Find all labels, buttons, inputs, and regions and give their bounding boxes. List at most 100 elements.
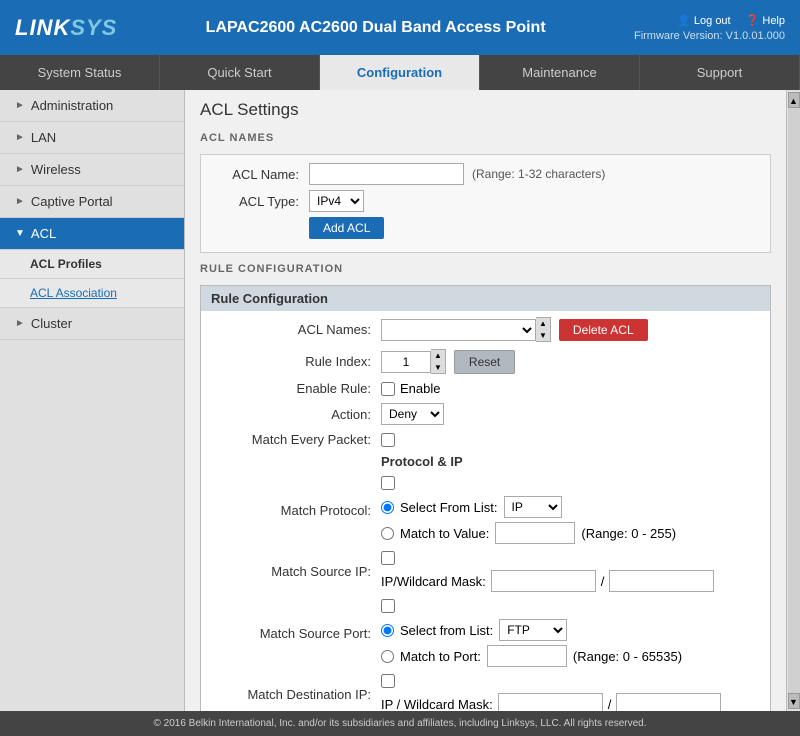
protocol-value-input[interactable]: [495, 522, 575, 544]
protocol-ip-title-row: Protocol & IP: [206, 454, 765, 469]
scrollbar-down[interactable]: ▼: [788, 693, 800, 709]
rule-config-title: Rule Configuration: [201, 286, 770, 311]
source-port-select[interactable]: FTP HTTP HTTPS SMTP Telnet: [499, 619, 567, 641]
spinner-down-icon[interactable]: ▼: [431, 362, 445, 374]
range-0-65535: (Range: 0 - 65535): [573, 649, 682, 664]
sidebar-sub-acl-profiles[interactable]: ACL Profiles: [0, 250, 184, 279]
header-title: LAPAC2600 AC2600 Dual Band Access Point: [117, 19, 634, 37]
sidebar-item-captive-portal[interactable]: ► Captive Portal: [0, 186, 184, 218]
add-acl-button[interactable]: Add ACL: [309, 217, 384, 239]
spinner-up-icon[interactable]: ▲: [431, 350, 445, 362]
acl-name-label: ACL Name:: [209, 167, 309, 182]
logout-link[interactable]: 👤 Log out: [677, 14, 730, 27]
acl-names-section-header: ACL NAMES: [200, 132, 771, 146]
acl-name-row: ACL Name: (Range: 1-32 characters): [209, 163, 762, 185]
match-source-port-label: Match Source Port:: [206, 626, 381, 641]
tab-quick-start[interactable]: Quick Start: [160, 55, 320, 90]
tab-support[interactable]: Support: [640, 55, 800, 90]
select-from-list2-label: Select from List:: [400, 623, 493, 638]
source-port-value-input[interactable]: [487, 645, 567, 667]
sidebar-item-administration[interactable]: ► Administration: [0, 90, 184, 122]
protocol-ip-title: Protocol & IP: [381, 454, 463, 469]
ip-wildcard-mask2-label: IP / Wildcard Mask:: [381, 697, 493, 711]
sidebar-sub-acl-association[interactable]: ACL Association: [0, 279, 184, 308]
match-protocol-checkbox[interactable]: [381, 476, 395, 490]
source-port-radio-value[interactable]: [381, 650, 394, 663]
source-ip-input[interactable]: [491, 570, 596, 592]
match-protocol-label: Match Protocol:: [206, 503, 381, 518]
range-0-255: (Range: 0 - 255): [581, 526, 676, 541]
protocol-radio-value[interactable]: [381, 527, 394, 540]
user-icon: 👤: [677, 15, 694, 27]
match-every-checkbox[interactable]: [381, 433, 395, 447]
acl-names-select-wrap: ▲ ▼: [381, 317, 551, 342]
footer-text: © 2016 Belkin International, Inc. and/or…: [153, 718, 646, 729]
dest-wildcard-input[interactable]: [616, 693, 721, 711]
enable-rule-checkbox[interactable]: [381, 382, 395, 396]
sidebar-item-wireless[interactable]: ► Wireless: [0, 154, 184, 186]
acl-name-control: (Range: 1-32 characters): [309, 163, 605, 185]
nav-tabs: System Status Quick Start Configuration …: [0, 55, 800, 90]
delete-acl-button[interactable]: Delete ACL: [559, 319, 648, 341]
arrow-icon: ▼: [15, 228, 25, 239]
acl-type-row: ACL Type: IPv4 IPv6 MAC: [209, 190, 762, 212]
arrow-icon: ►: [15, 100, 25, 111]
acl-type-control: IPv4 IPv6 MAC: [309, 190, 364, 212]
enable-rule-row: Enable Rule: Enable: [206, 381, 765, 396]
match-to-value-label: Match to Value:: [400, 526, 489, 541]
acl-names-form: ACL Name: (Range: 1-32 characters) ACL T…: [200, 154, 771, 253]
sidebar-item-cluster[interactable]: ► Cluster: [0, 308, 184, 340]
protocol-select[interactable]: IP TCP UDP ICMP: [504, 496, 562, 518]
scrollbar-up[interactable]: ▲: [788, 92, 800, 108]
tab-maintenance[interactable]: Maintenance: [480, 55, 640, 90]
page-title: ACL Settings: [200, 100, 771, 120]
rule-config-box: Rule Configuration ACL Names: ▲ ▼ Dele: [200, 285, 771, 711]
add-acl-row: Add ACL: [209, 217, 762, 239]
content-area: ACL Settings ACL NAMES ACL Name: (Range:…: [185, 90, 786, 711]
scrollbar[interactable]: ▲ ▼: [786, 90, 800, 711]
sidebar-acl-submenu: ACL Profiles ACL Association: [0, 250, 184, 308]
arrow-icon: ►: [15, 132, 25, 143]
arrow-icon: ►: [15, 318, 25, 329]
rule-config-form: ACL Names: ▲ ▼ Delete ACL: [201, 311, 770, 711]
protocol-radio-list[interactable]: [381, 501, 394, 514]
slash-divider: /: [601, 574, 605, 589]
tab-system-status[interactable]: System Status: [0, 55, 160, 90]
match-protocol-row: Match Protocol: Select From List: IP TCP…: [206, 476, 765, 544]
source-port-radio-list[interactable]: [381, 624, 394, 637]
acl-type-select[interactable]: IPv4 IPv6 MAC: [309, 190, 364, 212]
rule-index-row: Rule Index: ▲ ▼ Reset: [206, 349, 765, 374]
acl-name-input[interactable]: [309, 163, 464, 185]
ip-wildcard-mask-label: IP/Wildcard Mask:: [381, 574, 486, 589]
sidebar-item-lan[interactable]: ► LAN: [0, 122, 184, 154]
match-source-port-row: Match Source Port: Select from List: FTP…: [206, 599, 765, 667]
header-right: 👤 Log out ❓ Help Firmware Version: V1.0.…: [634, 14, 785, 42]
sidebar-item-acl[interactable]: ▼ ACL: [0, 218, 184, 250]
match-every-label: Match Every Packet:: [206, 432, 381, 447]
match-dest-ip-checkbox[interactable]: [381, 674, 395, 688]
footer: © 2016 Belkin International, Inc. and/or…: [0, 711, 800, 736]
firmware-version: Firmware Version: V1.0.01.000: [634, 30, 785, 42]
reset-button[interactable]: Reset: [454, 350, 515, 374]
match-dest-ip-label: Match Destination IP:: [206, 687, 381, 702]
tab-configuration[interactable]: Configuration: [320, 55, 480, 90]
main-layout: ► Administration ► LAN ► Wireless ► Capt…: [0, 90, 800, 711]
acl-name-hint: (Range: 1-32 characters): [472, 167, 605, 181]
acl-names-spinner[interactable]: ▲ ▼: [536, 317, 551, 342]
source-wildcard-input[interactable]: [609, 570, 714, 592]
action-label: Action:: [206, 407, 381, 422]
acl-names-select[interactable]: [381, 319, 536, 341]
match-source-port-checkbox[interactable]: [381, 599, 395, 613]
rule-index-input[interactable]: [381, 351, 431, 373]
acl-names-row: ACL Names: ▲ ▼ Delete ACL: [206, 317, 765, 342]
scrollbar-track: [788, 108, 800, 693]
header: LINKSYS LAPAC2600 AC2600 Dual Band Acces…: [0, 0, 800, 55]
select-from-list-label: Select From List:: [400, 500, 498, 515]
logo: LINKSYS: [15, 15, 117, 41]
action-select[interactable]: Deny Permit: [381, 403, 444, 425]
arrow-icon: ►: [15, 164, 25, 175]
match-source-ip-checkbox[interactable]: [381, 551, 395, 565]
dest-ip-input[interactable]: [498, 693, 603, 711]
rule-index-label: Rule Index:: [206, 354, 381, 369]
help-link[interactable]: ❓ Help: [746, 14, 785, 27]
